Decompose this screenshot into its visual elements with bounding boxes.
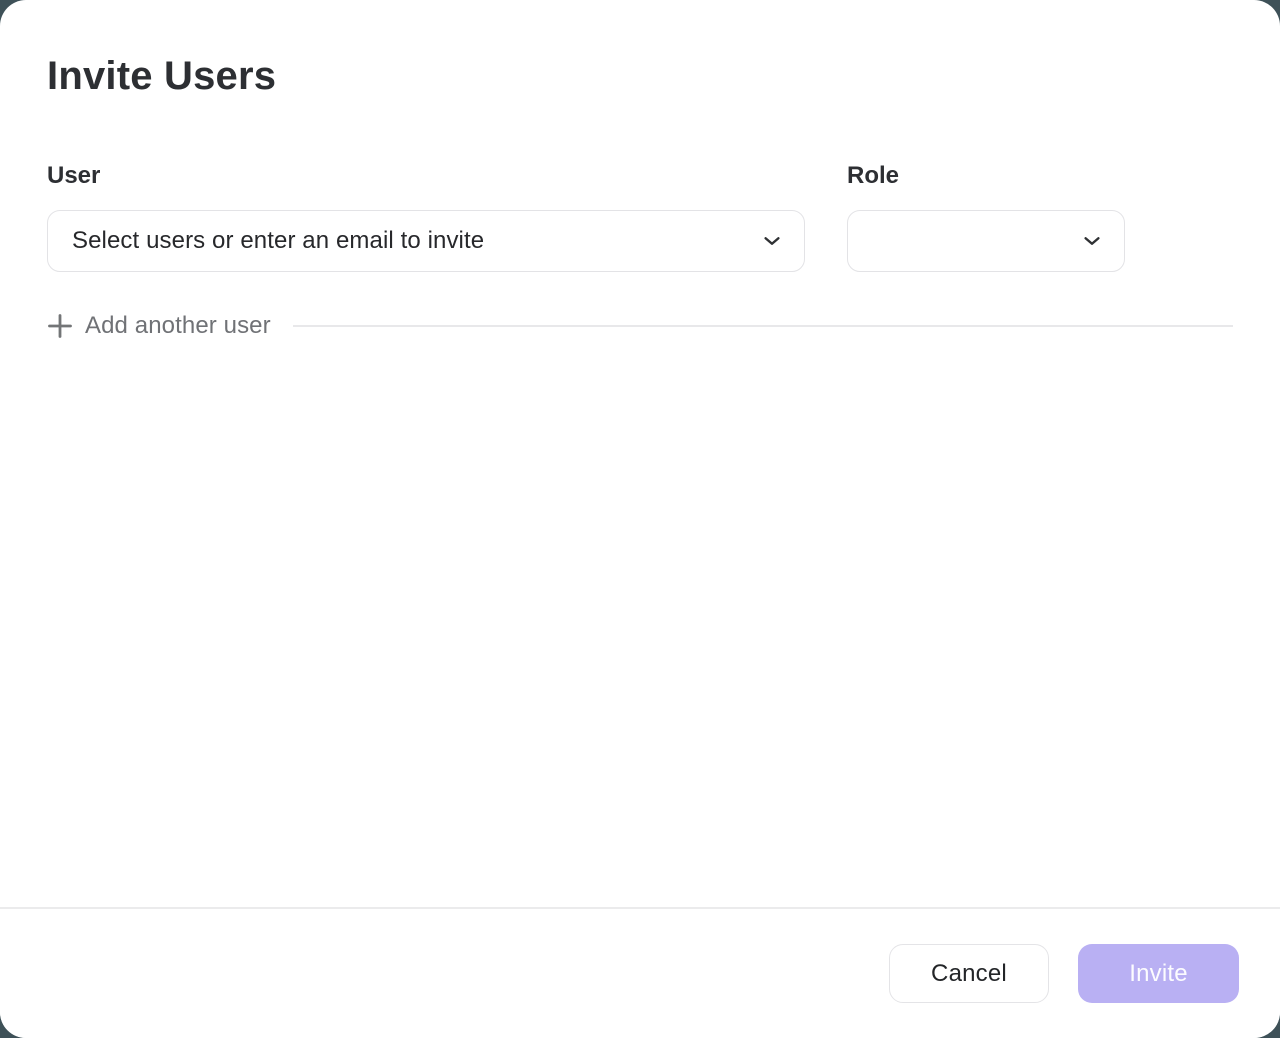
user-select[interactable]: Select users or enter an email to invite bbox=[47, 210, 805, 272]
role-field: Role bbox=[847, 162, 1125, 272]
page-backdrop: Invite Users User Select users or enter … bbox=[0, 0, 1280, 1038]
dialog-body: Invite Users User Select users or enter … bbox=[0, 0, 1280, 340]
role-field-label: Role bbox=[847, 162, 1125, 190]
invite-form-row: User Select users or enter an email to i… bbox=[47, 162, 1233, 272]
dialog-footer: Cancel Invite bbox=[0, 907, 1280, 1038]
add-another-user-label: Add another user bbox=[85, 312, 271, 340]
user-select-placeholder: Select users or enter an email to invite bbox=[72, 227, 484, 255]
cancel-button[interactable]: Cancel bbox=[889, 944, 1049, 1003]
role-select[interactable] bbox=[847, 210, 1125, 272]
user-field-label: User bbox=[47, 162, 805, 190]
user-field: User Select users or enter an email to i… bbox=[47, 162, 805, 272]
plus-icon bbox=[47, 313, 73, 339]
add-user-row: Add another user bbox=[47, 312, 1233, 340]
chevron-down-icon bbox=[1081, 230, 1103, 252]
chevron-down-icon bbox=[761, 230, 783, 252]
horizontal-divider bbox=[293, 325, 1233, 327]
invite-users-dialog: Invite Users User Select users or enter … bbox=[0, 0, 1280, 1038]
invite-button[interactable]: Invite bbox=[1078, 944, 1239, 1003]
dialog-title: Invite Users bbox=[47, 52, 1233, 100]
add-another-user-button[interactable]: Add another user bbox=[47, 312, 271, 340]
